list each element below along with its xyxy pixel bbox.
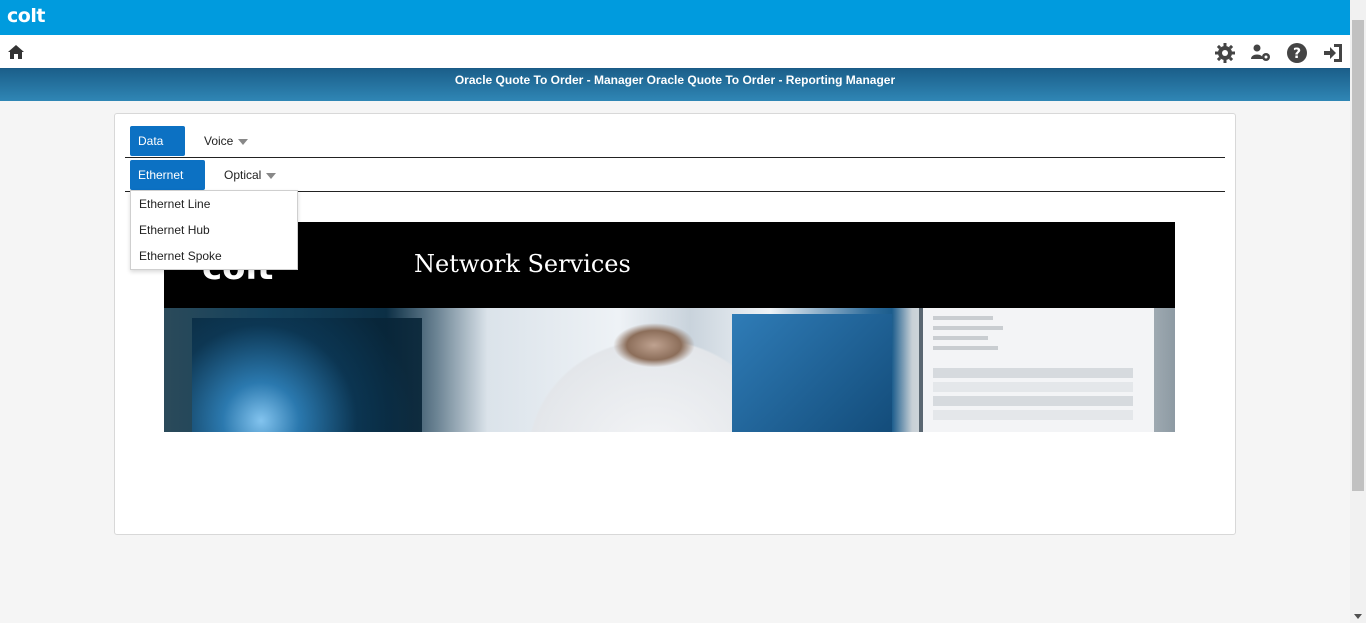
network-services-banner: colt Network Services: [164, 222, 1175, 432]
menu-item-ethernet-hub[interactable]: Ethernet Hub: [131, 217, 297, 243]
tab-optical-label: Optical: [224, 168, 262, 182]
user-settings-icon[interactable]: [1250, 42, 1272, 64]
menu-item-ethernet-line[interactable]: Ethernet Line: [131, 191, 297, 217]
page-title: Oracle Quote To Order - Manager Oracle Q…: [454, 73, 896, 87]
chart-screen-image: [732, 314, 892, 432]
tab-ethernet-label: Ethernet: [138, 168, 184, 182]
colt-logo: colt: [7, 5, 45, 27]
tab-data[interactable]: Data: [130, 126, 185, 175]
tab-optical[interactable]: Optical: [216, 160, 284, 190]
main-panel: Data Voice Ethernet Optical Ethernet Lin…: [114, 113, 1236, 535]
tab-voice-label: Voice: [204, 134, 234, 148]
home-icon[interactable]: [7, 44, 25, 60]
ethernet-dropdown-menu: Ethernet Line Ethernet Hub Ethernet Spok…: [130, 190, 298, 270]
logout-icon[interactable]: [1322, 42, 1344, 64]
banner-photo: [164, 308, 1175, 432]
top-bar: colt: [0, 0, 1350, 35]
tab-data-label: Data: [138, 134, 164, 148]
help-icon[interactable]: ?: [1286, 42, 1308, 64]
caret-down-icon: [266, 172, 277, 179]
fiber-optics-screen-image: [192, 318, 422, 432]
svg-text:?: ?: [1293, 46, 1301, 62]
tab-ethernet[interactable]: Ethernet: [130, 160, 205, 209]
caret-down-icon: [238, 138, 249, 145]
banner-header: colt Network Services: [164, 222, 1175, 308]
menu-item-ethernet-spoke[interactable]: Ethernet Spoke: [131, 243, 297, 269]
dashboard-screen-image: [919, 308, 1154, 432]
title-bar: Oracle Quote To Order - Manager Oracle Q…: [0, 69, 1350, 101]
banner-title: Network Services: [414, 250, 631, 278]
gear-icon[interactable]: [1214, 42, 1236, 64]
tab-divider: [125, 157, 1225, 158]
tab-voice[interactable]: Voice: [196, 126, 256, 156]
scrollbar[interactable]: [1350, 0, 1366, 623]
scroll-down-arrow-icon[interactable]: [1354, 614, 1362, 619]
scrollbar-thumb[interactable]: [1352, 20, 1364, 491]
toolbar: ?: [0, 35, 1350, 69]
